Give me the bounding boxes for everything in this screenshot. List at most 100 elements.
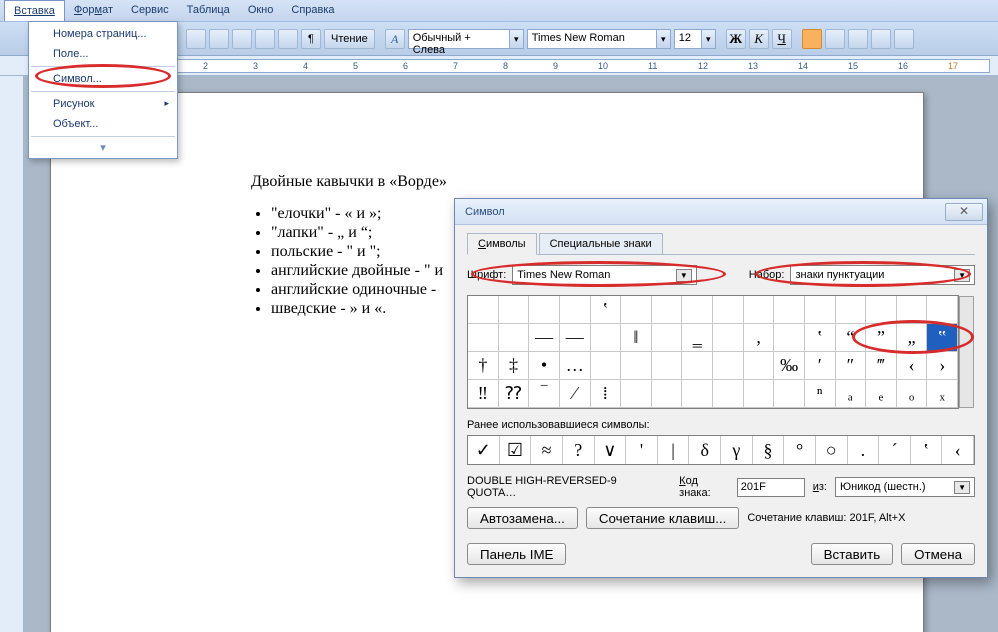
char-cell[interactable] (621, 296, 652, 324)
char-cell[interactable]: ⁞ (591, 380, 622, 408)
char-cell[interactable]: … (560, 352, 591, 380)
recent-char-cell[interactable]: ∨ (595, 436, 627, 464)
from-dropdown[interactable]: Юникод (шестн.)▼ (835, 477, 975, 497)
char-cell[interactable]: ‖ (621, 324, 652, 352)
char-cell[interactable] (468, 324, 499, 352)
menu-window[interactable]: Окно (239, 0, 283, 21)
dialog-titlebar[interactable]: Символ ✕ (455, 199, 987, 225)
close-icon[interactable]: ✕ (945, 203, 983, 221)
recent-char-cell[interactable]: ≈ (531, 436, 563, 464)
toolbar-btn[interactable] (894, 29, 914, 49)
recent-char-cell[interactable]: ‹ (942, 436, 974, 464)
char-cell[interactable]: ₑ (866, 380, 897, 408)
char-cell[interactable]: ⁄ (560, 380, 591, 408)
char-cell[interactable] (682, 296, 713, 324)
font-dropdown[interactable]: Times New Roman▼ (512, 265, 697, 285)
char-cell[interactable] (468, 296, 499, 324)
bold-btn[interactable]: Ж (726, 29, 746, 49)
font-combo[interactable]: Times New Roman▾ (527, 29, 671, 49)
char-cell[interactable] (499, 296, 530, 324)
char-cell[interactable] (529, 296, 560, 324)
toolbar-reading[interactable]: Чтение (324, 29, 375, 49)
char-cell[interactable]: ₓ (927, 380, 958, 408)
char-cell[interactable] (591, 352, 622, 380)
char-cell[interactable] (682, 352, 713, 380)
char-cell[interactable] (682, 380, 713, 408)
recent-char-cell[interactable]: ‛ (911, 436, 943, 464)
align-left-btn[interactable] (802, 29, 822, 49)
char-cell[interactable]: ′ (805, 352, 836, 380)
toolbar-btn[interactable] (278, 29, 298, 49)
char-cell[interactable]: ‡ (499, 352, 530, 380)
set-dropdown[interactable]: знаки пунктуации▼ (790, 265, 975, 285)
char-cell[interactable]: • (529, 352, 560, 380)
char-cell[interactable] (652, 352, 683, 380)
btn-autocorrect[interactable]: Автозамена... (467, 507, 578, 529)
char-cell[interactable] (652, 380, 683, 408)
recent-char-cell[interactable]: ´ (879, 436, 911, 464)
toolbar-btn[interactable] (209, 29, 229, 49)
char-cell[interactable] (774, 324, 805, 352)
char-cell[interactable] (744, 352, 775, 380)
recent-char-cell[interactable]: § (753, 436, 785, 464)
char-cell[interactable]: ‴ (866, 352, 897, 380)
mi-field[interactable]: Поле... (31, 44, 175, 64)
char-cell[interactable] (713, 352, 744, 380)
menu-service[interactable]: Сервис (122, 0, 178, 21)
char-cell[interactable]: › (927, 352, 958, 380)
char-cell[interactable]: “ (836, 324, 867, 352)
align-right-btn[interactable] (848, 29, 868, 49)
vertical-ruler[interactable] (0, 76, 24, 632)
recent-char-cell[interactable]: ? (563, 436, 595, 464)
char-cell[interactable] (621, 380, 652, 408)
char-cell[interactable]: ‟ (927, 324, 958, 352)
char-cell[interactable]: † (468, 352, 499, 380)
char-cell[interactable] (927, 296, 958, 324)
toolbar-btn[interactable] (232, 29, 252, 49)
char-cell[interactable]: ‗ (682, 324, 713, 352)
underline-btn[interactable]: Ч (772, 29, 792, 49)
char-cell[interactable] (652, 296, 683, 324)
char-cell[interactable]: ‰ (774, 352, 805, 380)
recent-char-cell[interactable]: ○ (816, 436, 848, 464)
recent-char-cell[interactable]: ' (626, 436, 658, 464)
char-cell[interactable] (591, 324, 622, 352)
char-cell[interactable]: ‛ (805, 324, 836, 352)
tab-symbols[interactable]: Символы (467, 233, 537, 255)
char-cell[interactable]: ₒ (897, 380, 928, 408)
char-cell[interactable]: ‚ (744, 324, 775, 352)
char-cell[interactable] (713, 296, 744, 324)
char-cell[interactable] (621, 352, 652, 380)
char-cell[interactable] (774, 296, 805, 324)
char-cell[interactable] (499, 324, 530, 352)
char-cell[interactable] (744, 380, 775, 408)
recent-char-cell[interactable]: . (848, 436, 880, 464)
toolbar-btn[interactable] (186, 29, 206, 49)
recent-char-cell[interactable]: δ (689, 436, 721, 464)
btn-cancel[interactable]: Отмена (901, 543, 975, 565)
char-cell[interactable] (774, 380, 805, 408)
char-cell[interactable] (713, 380, 744, 408)
char-cell[interactable] (560, 296, 591, 324)
mi-expand[interactable]: ▾ (31, 139, 175, 154)
mi-picture[interactable]: Рисунок (31, 94, 175, 114)
char-cell[interactable]: „ (897, 324, 928, 352)
char-cell[interactable]: ″ (836, 352, 867, 380)
align-center-btn[interactable] (825, 29, 845, 49)
char-cell[interactable]: ‼ (468, 380, 499, 408)
recent-char-cell[interactable]: ✓ (468, 436, 500, 464)
ruler-scale[interactable]: 123 456 789 101112 131415 1617 (52, 59, 990, 73)
char-cell[interactable]: ₐ (836, 380, 867, 408)
char-cell[interactable] (744, 296, 775, 324)
char-cell[interactable]: ” (866, 324, 897, 352)
char-cell[interactable]: ⁿ (805, 380, 836, 408)
toolbar-aa[interactable]: A (385, 29, 405, 49)
style-combo[interactable]: Обычный + Слева▾ (408, 29, 524, 49)
char-cell[interactable] (713, 324, 744, 352)
char-cell[interactable]: ‾ (529, 380, 560, 408)
char-cell[interactable] (805, 296, 836, 324)
char-cell[interactable] (836, 296, 867, 324)
mi-page-numbers[interactable]: Номера страниц... (31, 24, 175, 44)
code-input[interactable] (737, 478, 805, 497)
btn-insert[interactable]: Вставить (811, 543, 894, 565)
